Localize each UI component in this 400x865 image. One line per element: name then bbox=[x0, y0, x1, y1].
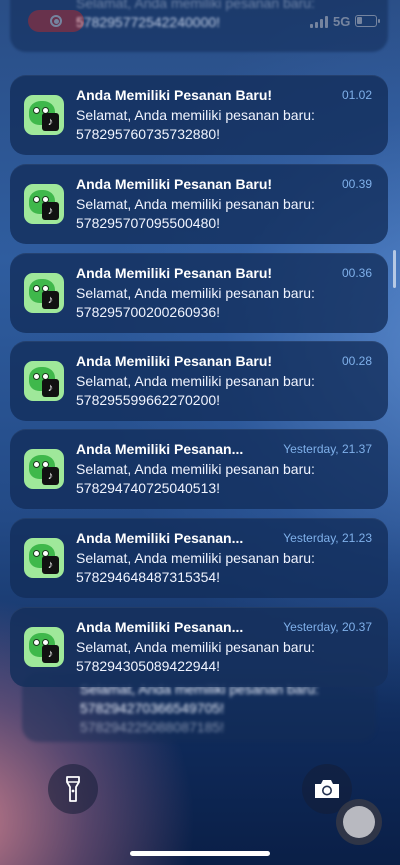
notification-title: Anda Memiliki Pesanan Baru! bbox=[76, 353, 273, 369]
notification-order-number: 578294305089422944! bbox=[76, 658, 221, 674]
notification-order-number: 578295707095500480! bbox=[76, 215, 221, 231]
notification-time: Yesterday, 21.23 bbox=[283, 531, 372, 545]
scroll-indicator bbox=[393, 250, 396, 288]
camera-icon bbox=[315, 780, 339, 798]
notification-card[interactable]: ♪ Anda Memiliki Pesanan Baru! 00.28 Sela… bbox=[10, 341, 388, 421]
notification-time: 00.39 bbox=[341, 177, 372, 191]
notification-card[interactable]: ♪ Anda Memiliki Pesanan Baru! 01.02 Sela… bbox=[10, 75, 388, 155]
tiktok-shop-icon: ♪ bbox=[24, 627, 64, 667]
notification-title: Anda Memiliki Pesanan... bbox=[76, 441, 244, 457]
notification-body: Selamat, Anda memiliki pesanan baru: bbox=[76, 550, 315, 566]
notification-time: Yesterday, 20.37 bbox=[283, 620, 372, 634]
notification-order-number: 578294648487315354! bbox=[76, 569, 221, 585]
notification-body: Selamat, Anda memiliki pesanan baru: bbox=[76, 461, 315, 477]
notification-order-number: 578294740725040513! bbox=[76, 480, 221, 496]
notification-order-number: 578294225088087185! bbox=[80, 719, 225, 735]
notification-title: Anda Memiliki Pesanan Baru! bbox=[76, 265, 273, 281]
notification-card[interactable]: ♪ Anda Memiliki Pesanan Baru! 00.39 Sela… bbox=[10, 164, 388, 244]
home-indicator[interactable] bbox=[130, 851, 270, 856]
notification-time: 01.02 bbox=[341, 88, 372, 102]
notification-order-number: 578295772542240000! bbox=[76, 14, 221, 30]
notification-card[interactable]: ♪ Anda Memiliki Pesanan... Yesterday, 20… bbox=[10, 607, 388, 687]
notification-title: Anda Memiliki Pesanan... bbox=[76, 530, 244, 546]
tiktok-shop-icon: ♪ bbox=[24, 449, 64, 489]
notification-body: Selamat, Anda memiliki pesanan baru: bbox=[76, 196, 315, 212]
notification-time: 00.36 bbox=[341, 266, 372, 280]
notification-body: Selamat, Anda memiliki pesanan baru: bbox=[76, 0, 315, 11]
notification-time: 00.28 bbox=[341, 354, 372, 368]
notification-title: Anda Memiliki Pesanan Baru! bbox=[76, 176, 273, 192]
notification-body: Selamat, Anda memiliki pesanan baru: bbox=[76, 107, 315, 123]
flashlight-icon bbox=[66, 776, 80, 802]
notification-body: Selamat, Anda memiliki pesanan baru: bbox=[76, 285, 315, 301]
notification-order-number: 578295700200260936! bbox=[76, 304, 221, 320]
assistive-touch-button[interactable] bbox=[336, 799, 382, 845]
notification-body: Selamat, Anda memiliki pesanan baru: bbox=[76, 639, 315, 655]
tiktok-shop-icon: ♪ bbox=[24, 273, 64, 313]
flashlight-button[interactable] bbox=[48, 764, 98, 814]
tiktok-shop-icon: ♪ bbox=[24, 184, 64, 224]
notification-time: Yesterday, 21.37 bbox=[283, 442, 372, 456]
tiktok-shop-icon: ♪ bbox=[24, 538, 64, 578]
notification-title: Anda Memiliki Pesanan Baru! bbox=[76, 87, 273, 103]
notification-card[interactable]: ♪ Anda Memiliki Pesanan Baru! 00.36 Sela… bbox=[10, 253, 388, 333]
tiktok-shop-icon: ♪ bbox=[24, 361, 64, 401]
notification-order-number: 578295760735732880! bbox=[76, 126, 221, 142]
notification-order-number: 578295599662270200! bbox=[76, 392, 221, 408]
notification-order-number: 578294270366549705! bbox=[80, 700, 225, 716]
notification-body: Selamat, Anda memiliki pesanan baru: bbox=[76, 373, 315, 389]
notification-title: Anda Memiliki Pesanan... bbox=[76, 619, 244, 635]
notification-partial[interactable]: Selamat, Anda memiliki pesanan baru: 578… bbox=[10, 0, 388, 52]
notification-card[interactable]: ♪ Anda Memiliki Pesanan... Yesterday, 21… bbox=[10, 429, 388, 509]
tiktok-shop-icon: ♪ bbox=[24, 95, 64, 135]
notification-card[interactable]: ♪ Anda Memiliki Pesanan... Yesterday, 21… bbox=[10, 518, 388, 598]
